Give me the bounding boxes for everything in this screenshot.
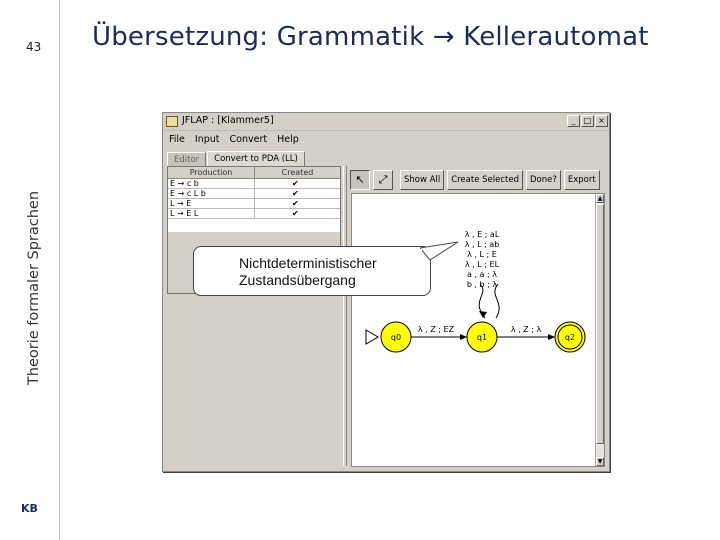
created-checkmark: ✔ (292, 189, 299, 198)
show-all-button[interactable]: Show All (400, 170, 445, 190)
minimize-button[interactable]: _ (567, 115, 580, 127)
created-checkmark: ✔ (292, 199, 299, 208)
page-number: 43 (26, 40, 42, 54)
sidebar-divider (59, 0, 60, 540)
app-icon (166, 116, 178, 127)
callout-pointer (420, 241, 459, 261)
vertical-scrollbar[interactable]: ▲ ▼ (595, 194, 604, 466)
tab-convert-to-pda[interactable]: Convert to PDA (LL) (207, 151, 305, 166)
column-header-production[interactable]: Production (168, 167, 255, 178)
create-selected-button[interactable]: Create Selected (447, 170, 523, 190)
loop-label: λ , L ; ab (465, 240, 500, 249)
window-title: JFLAP : [Klammer5] (182, 115, 274, 126)
scroll-up-arrow[interactable]: ▲ (596, 194, 604, 203)
state-label: q1 (477, 333, 487, 342)
edge-arrowhead (460, 334, 467, 340)
menu-help[interactable]: Help (277, 134, 299, 145)
menu-input[interactable]: Input (195, 134, 220, 145)
state-tool-icon[interactable]: ⤢ (373, 170, 393, 190)
production-cell: E → c b (168, 179, 255, 188)
menu-bar: File Input Convert Help (163, 131, 609, 148)
column-header-created[interactable]: Created (255, 167, 340, 178)
slide-title: Übersetzung: Grammatik → Kellerautomat (92, 22, 649, 52)
loop-label: λ , E ; aL (465, 230, 500, 239)
menu-convert[interactable]: Convert (230, 134, 268, 145)
table-row[interactable]: E → c b ✔ (168, 179, 340, 189)
created-checkmark: ✔ (292, 209, 299, 218)
annotation-callout: Nichtdeterministischer Zustandsübergang (193, 246, 431, 296)
maximize-button[interactable]: □ (581, 115, 594, 127)
tab-strip: Editor Convert to PDA (LL) (167, 151, 306, 166)
state-label: q0 (391, 333, 401, 342)
callout-text: Nichtdeterministischer Zustandsübergang (239, 255, 377, 288)
export-button[interactable]: Export (563, 170, 600, 190)
done-button[interactable]: Done? (525, 170, 561, 190)
vertical-course-title: Theorie formaler Sprachen (26, 190, 42, 386)
table-row[interactable]: E → c L b ✔ (168, 189, 340, 199)
table-row[interactable]: L → E ✔ (168, 199, 340, 209)
loop-label: λ , L ; EL (465, 260, 500, 269)
author-logo: KB (21, 502, 38, 515)
start-arrow (365, 329, 379, 345)
menu-file[interactable]: File (169, 134, 185, 145)
loop-arrowhead (479, 311, 487, 318)
created-checkmark: ✔ (292, 179, 299, 188)
slide-sidebar: 43 Theorie formaler Sprachen KB (0, 0, 60, 540)
state-label: q2 (565, 333, 575, 342)
loop-label: λ , L ; E (467, 250, 497, 259)
window-titlebar[interactable]: JFLAP : [Klammer5] _ □ × (163, 113, 609, 131)
production-cell: E → c L b (168, 189, 255, 198)
toolbar: ↖ ⤢ Show All Create Selected Done? Expor… (350, 170, 600, 191)
production-cell: L → E (168, 199, 255, 208)
split-pane-divider[interactable] (343, 166, 347, 466)
edge-label-q1-q2: λ , Z ; λ (511, 325, 542, 334)
scroll-down-arrow[interactable]: ▼ (596, 457, 604, 466)
loop-label: b , b ; λ (467, 280, 498, 289)
table-header: Production Created (168, 167, 340, 179)
pda-diagram: λ , E ; aL λ , L ; ab λ , L ; E λ , L ; … (365, 230, 586, 353)
automaton-canvas[interactable]: λ , E ; aL λ , L ; ab λ , L ; E λ , L ; … (351, 193, 605, 467)
table-row[interactable]: L → E L ✔ (168, 209, 340, 219)
arrow-cursor-icon[interactable]: ↖ (350, 170, 370, 190)
tab-editor[interactable]: Editor (167, 152, 207, 166)
close-button[interactable]: × (595, 115, 608, 127)
scroll-thumb[interactable] (596, 204, 604, 444)
edge-label-q0-q1: λ , Z ; EZ (418, 325, 455, 334)
production-cell: L → E L (168, 209, 255, 218)
loop-label: a , a ; λ (467, 270, 497, 279)
edge-arrowhead (548, 334, 555, 340)
